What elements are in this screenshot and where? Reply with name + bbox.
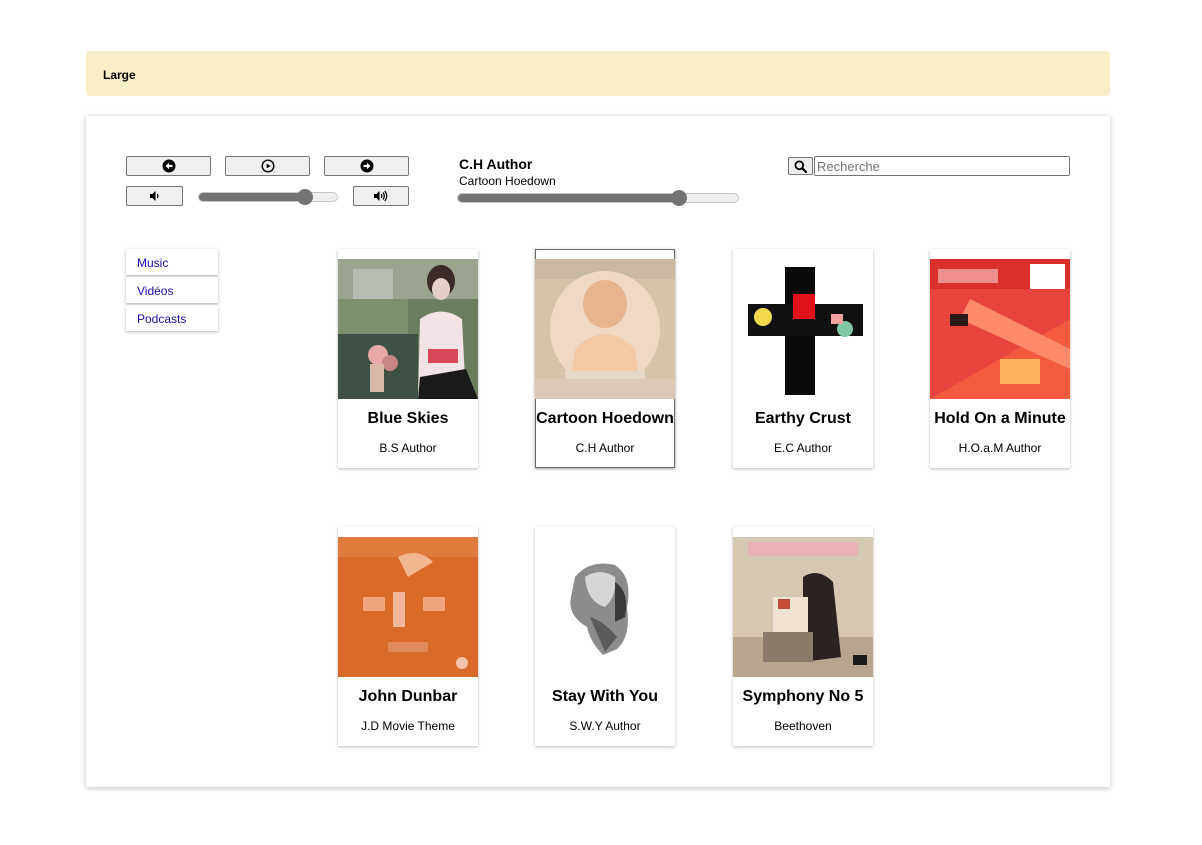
album-author: B.S Author (379, 441, 437, 455)
album-author: E.C Author (773, 441, 833, 455)
now-playing-title: Cartoon Hoedown (459, 174, 556, 188)
album-author: C.H Author (575, 441, 635, 455)
volume-slider[interactable] (198, 189, 338, 205)
search-icon (794, 160, 807, 173)
album-card-selected[interactable]: Cartoon Hoedown C.H Author (535, 249, 675, 468)
album-cover (535, 537, 675, 677)
viewport-size-banner: Large (86, 51, 1110, 96)
search-input[interactable] (814, 156, 1070, 176)
album-title: Stay With You (552, 688, 658, 705)
album-title: Earthy Crust (754, 410, 852, 427)
album-cover (733, 259, 873, 399)
volume-low-icon (149, 191, 158, 201)
volume-up-button[interactable] (353, 186, 409, 206)
volume-slider-thumb[interactable] (297, 189, 314, 205)
arrow-left-icon (162, 159, 175, 173)
album-author: H.O.a.M Author (958, 441, 1042, 455)
album-card[interactable]: Hold On a Minute H.O.a.M Author (930, 249, 1070, 468)
album-title: Hold On a Minute (934, 410, 1066, 427)
volume-high-icon (374, 190, 388, 202)
album-card[interactable]: Stay With You S.W.Y Author (535, 527, 675, 746)
album-author: J.D Movie Theme (361, 719, 455, 733)
nav-item-podcasts[interactable]: Podcasts (126, 305, 218, 331)
track-progress-fill (458, 194, 680, 202)
category-nav: Music Vidéos Podcasts (126, 249, 218, 333)
track-progress-slider[interactable] (457, 190, 739, 206)
now-playing-author: C.H Author (459, 156, 533, 172)
volume-down-button[interactable] (126, 186, 183, 206)
previous-button[interactable] (126, 156, 211, 176)
nav-item-music[interactable]: Music (126, 249, 218, 275)
play-button[interactable] (225, 156, 310, 176)
album-cover (338, 537, 478, 677)
media-player-panel: C.H Author Cartoon Hoedown Music Vidéos … (86, 116, 1110, 787)
next-button[interactable] (324, 156, 409, 176)
play-icon (260, 159, 275, 173)
album-card[interactable]: Symphony No 5 Beethoven (733, 527, 873, 746)
arrow-right-icon (360, 159, 373, 173)
nav-item-videos[interactable]: Vidéos (126, 277, 218, 303)
search-button[interactable] (788, 157, 813, 175)
album-title: Cartoon Hoedown (536, 410, 674, 427)
album-cover (930, 259, 1070, 399)
album-card[interactable]: Earthy Crust E.C Author (733, 249, 873, 468)
album-cover (535, 259, 675, 399)
album-title: Blue Skies (367, 410, 449, 427)
album-author: S.W.Y Author (569, 719, 641, 733)
album-title: John Dunbar (358, 688, 458, 705)
album-cover (338, 259, 478, 399)
album-title: Symphony No 5 (742, 688, 864, 705)
viewport-size-label: Large (103, 68, 136, 82)
album-card[interactable]: John Dunbar J.D Movie Theme (338, 527, 478, 746)
volume-slider-fill (199, 193, 306, 201)
album-cover (733, 537, 873, 677)
track-progress-thumb[interactable] (671, 190, 688, 206)
album-author: Beethoven (774, 719, 832, 733)
album-card[interactable]: Blue Skies B.S Author (338, 249, 478, 468)
